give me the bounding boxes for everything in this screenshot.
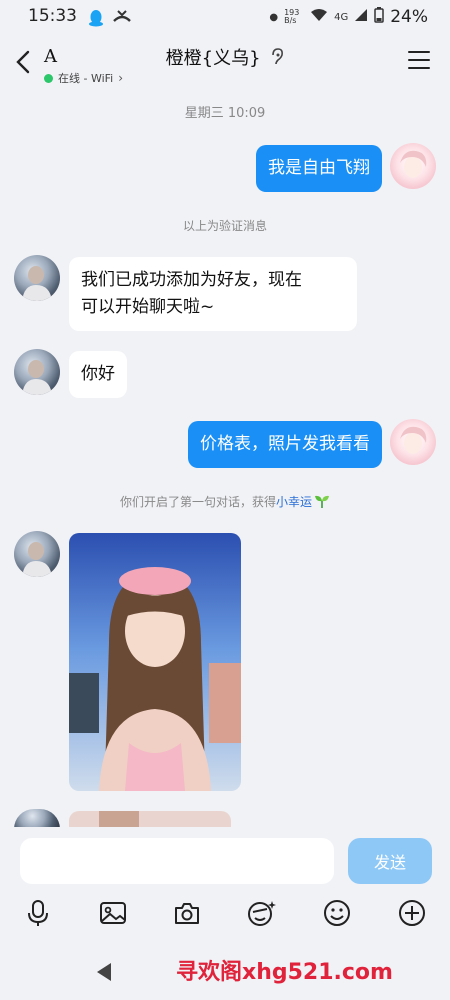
- battery-level: 24%: [390, 7, 428, 27]
- toolbar: [0, 895, 450, 931]
- watermark: 寻欢阁xhg521.com: [176, 960, 393, 985]
- battery-icon: [374, 7, 384, 27]
- sticker-icon[interactable]: [247, 899, 276, 927]
- incoming-message-bubble[interactable]: 我们已成功添加为好友，现在 可以开始聊天啦~: [69, 257, 357, 331]
- menu-icon[interactable]: [408, 51, 430, 71]
- sprout-icon: [314, 494, 330, 511]
- status-bar: 15:33 ● 193 B/s 4G 24%: [0, 0, 450, 34]
- qq-notification-icon: [88, 9, 104, 31]
- status-icons: ● 193 B/s 4G 24%: [269, 7, 428, 27]
- ear-icon: [270, 47, 284, 71]
- verify-note: 以上为验证消息: [182, 219, 267, 233]
- chat-title-text: 橙橙{义乌}: [165, 48, 261, 69]
- signal-icon: [354, 8, 368, 26]
- camera-icon[interactable]: [173, 899, 201, 927]
- image-icon[interactable]: [99, 899, 127, 927]
- contact-avatar[interactable]: [14, 531, 60, 577]
- dot-icon: ●: [269, 11, 279, 23]
- lucky-link[interactable]: 小幸运: [276, 495, 312, 509]
- message-line: 可以开始聊天啦~: [81, 297, 215, 317]
- send-button[interactable]: 发送: [348, 838, 432, 884]
- outgoing-message-bubble[interactable]: 我是自由飞翔: [256, 145, 382, 192]
- my-avatar[interactable]: [390, 419, 436, 465]
- chevron-right-icon: ›: [118, 71, 124, 85]
- first-chat-note: 你们开启了第一句对话，获得小幸运: [0, 493, 450, 511]
- contact-avatar[interactable]: [14, 255, 60, 301]
- microphone-icon[interactable]: [24, 899, 52, 927]
- message-timestamp: 星期三 10:09: [184, 106, 266, 121]
- my-avatar[interactable]: [390, 143, 436, 189]
- first-chat-text: 你们开启了第一句对话，获得: [119, 495, 276, 509]
- missed-call-icon: [112, 9, 132, 29]
- status-time: 15:33: [28, 6, 77, 26]
- plus-icon[interactable]: [398, 899, 426, 927]
- online-dot: [44, 73, 53, 83]
- contact-avatar[interactable]: [14, 349, 60, 395]
- network-type: 4G: [334, 11, 349, 23]
- net-speed: 193 B/s: [284, 8, 300, 25]
- emoji-icon[interactable]: [323, 899, 351, 927]
- chat-header: A 在线 - WiFi › 橙橙{义乌}: [0, 34, 450, 92]
- chat-title[interactable]: 橙橙{义乌}: [120, 44, 330, 71]
- nav-back-icon[interactable]: [95, 962, 113, 986]
- online-status-text: 在线 - WiFi: [58, 72, 114, 85]
- outgoing-message-bubble[interactable]: 价格表，照片发我看看: [188, 421, 382, 468]
- back-icon[interactable]: [12, 48, 36, 76]
- incoming-message-bubble[interactable]: 你好: [69, 351, 127, 398]
- contact-initial[interactable]: A: [44, 46, 57, 67]
- message-line: 我们已成功添加为好友，现在: [81, 270, 302, 290]
- online-status[interactable]: 在线 - WiFi ›: [44, 70, 123, 86]
- photo-message[interactable]: [69, 533, 241, 791]
- message-input[interactable]: [20, 838, 334, 884]
- wifi-icon: [310, 8, 328, 26]
- contact-avatar[interactable]: [14, 809, 60, 829]
